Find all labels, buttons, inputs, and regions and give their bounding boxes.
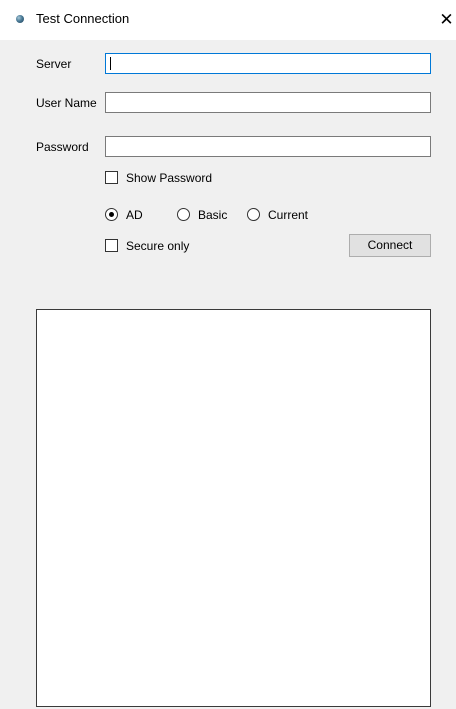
- radio-selected-dot: [109, 212, 114, 217]
- show-password-checkbox[interactable]: [105, 171, 118, 184]
- radio-current[interactable]: [247, 208, 260, 221]
- connect-button[interactable]: Connect: [349, 234, 431, 257]
- radio-current-label[interactable]: Current: [268, 208, 308, 222]
- server-input[interactable]: [105, 53, 431, 74]
- text-caret: [110, 57, 111, 70]
- secure-only-checkbox[interactable]: [105, 239, 118, 252]
- close-icon[interactable]: ✕: [437, 8, 456, 32]
- window-title: Test Connection: [36, 11, 130, 26]
- password-label: Password: [36, 140, 89, 154]
- server-label: Server: [36, 57, 72, 71]
- radio-basic[interactable]: [177, 208, 190, 221]
- output-textarea[interactable]: [36, 309, 431, 707]
- username-label: User Name: [36, 96, 97, 110]
- secure-only-label[interactable]: Secure only: [126, 239, 189, 253]
- radio-basic-label[interactable]: Basic: [198, 208, 227, 222]
- username-input[interactable]: [105, 92, 431, 113]
- app-icon: [16, 15, 24, 23]
- radio-ad[interactable]: [105, 208, 118, 221]
- password-input[interactable]: [105, 136, 431, 157]
- radio-ad-label[interactable]: AD: [126, 208, 143, 222]
- title-bar: Test Connection ✕: [0, 0, 456, 40]
- show-password-label[interactable]: Show Password: [126, 171, 212, 185]
